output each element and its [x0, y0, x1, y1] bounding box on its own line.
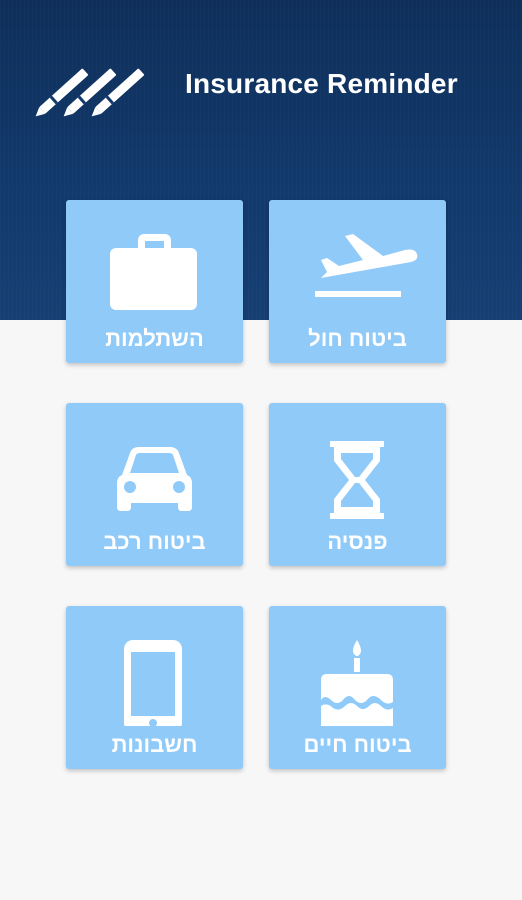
briefcase-icon: [110, 234, 197, 310]
tile-travel-insurance[interactable]: ביטוח חול: [269, 200, 446, 363]
airplane-takeoff-icon: [315, 234, 418, 297]
tile-pension[interactable]: פנסיה: [269, 403, 446, 566]
tile-label: ביטוח חול: [308, 326, 407, 351]
tile-label: ביטוח רכב: [103, 529, 206, 554]
tile-label: פנסיה: [327, 529, 388, 554]
tile-life-insurance[interactable]: ביטוח חיים: [269, 606, 446, 769]
tile-label: ביטוח חיים: [303, 732, 412, 757]
tile-label: חשבונות: [111, 732, 198, 757]
app-title: Insurance Reminder: [185, 68, 458, 99]
birthday-cake-icon: [321, 640, 393, 726]
car-icon: [117, 447, 192, 511]
smartphone-icon: [124, 640, 182, 726]
tile-car-insurance[interactable]: ביטוח רכב: [66, 403, 243, 566]
tile-label: השתלמות: [105, 326, 204, 351]
hourglass-icon: [330, 441, 384, 519]
tile-accounts[interactable]: חשבונות: [66, 606, 243, 769]
app-logo-icon: [35, 68, 145, 117]
tile-hishtalmut[interactable]: השתלמות: [66, 200, 243, 363]
